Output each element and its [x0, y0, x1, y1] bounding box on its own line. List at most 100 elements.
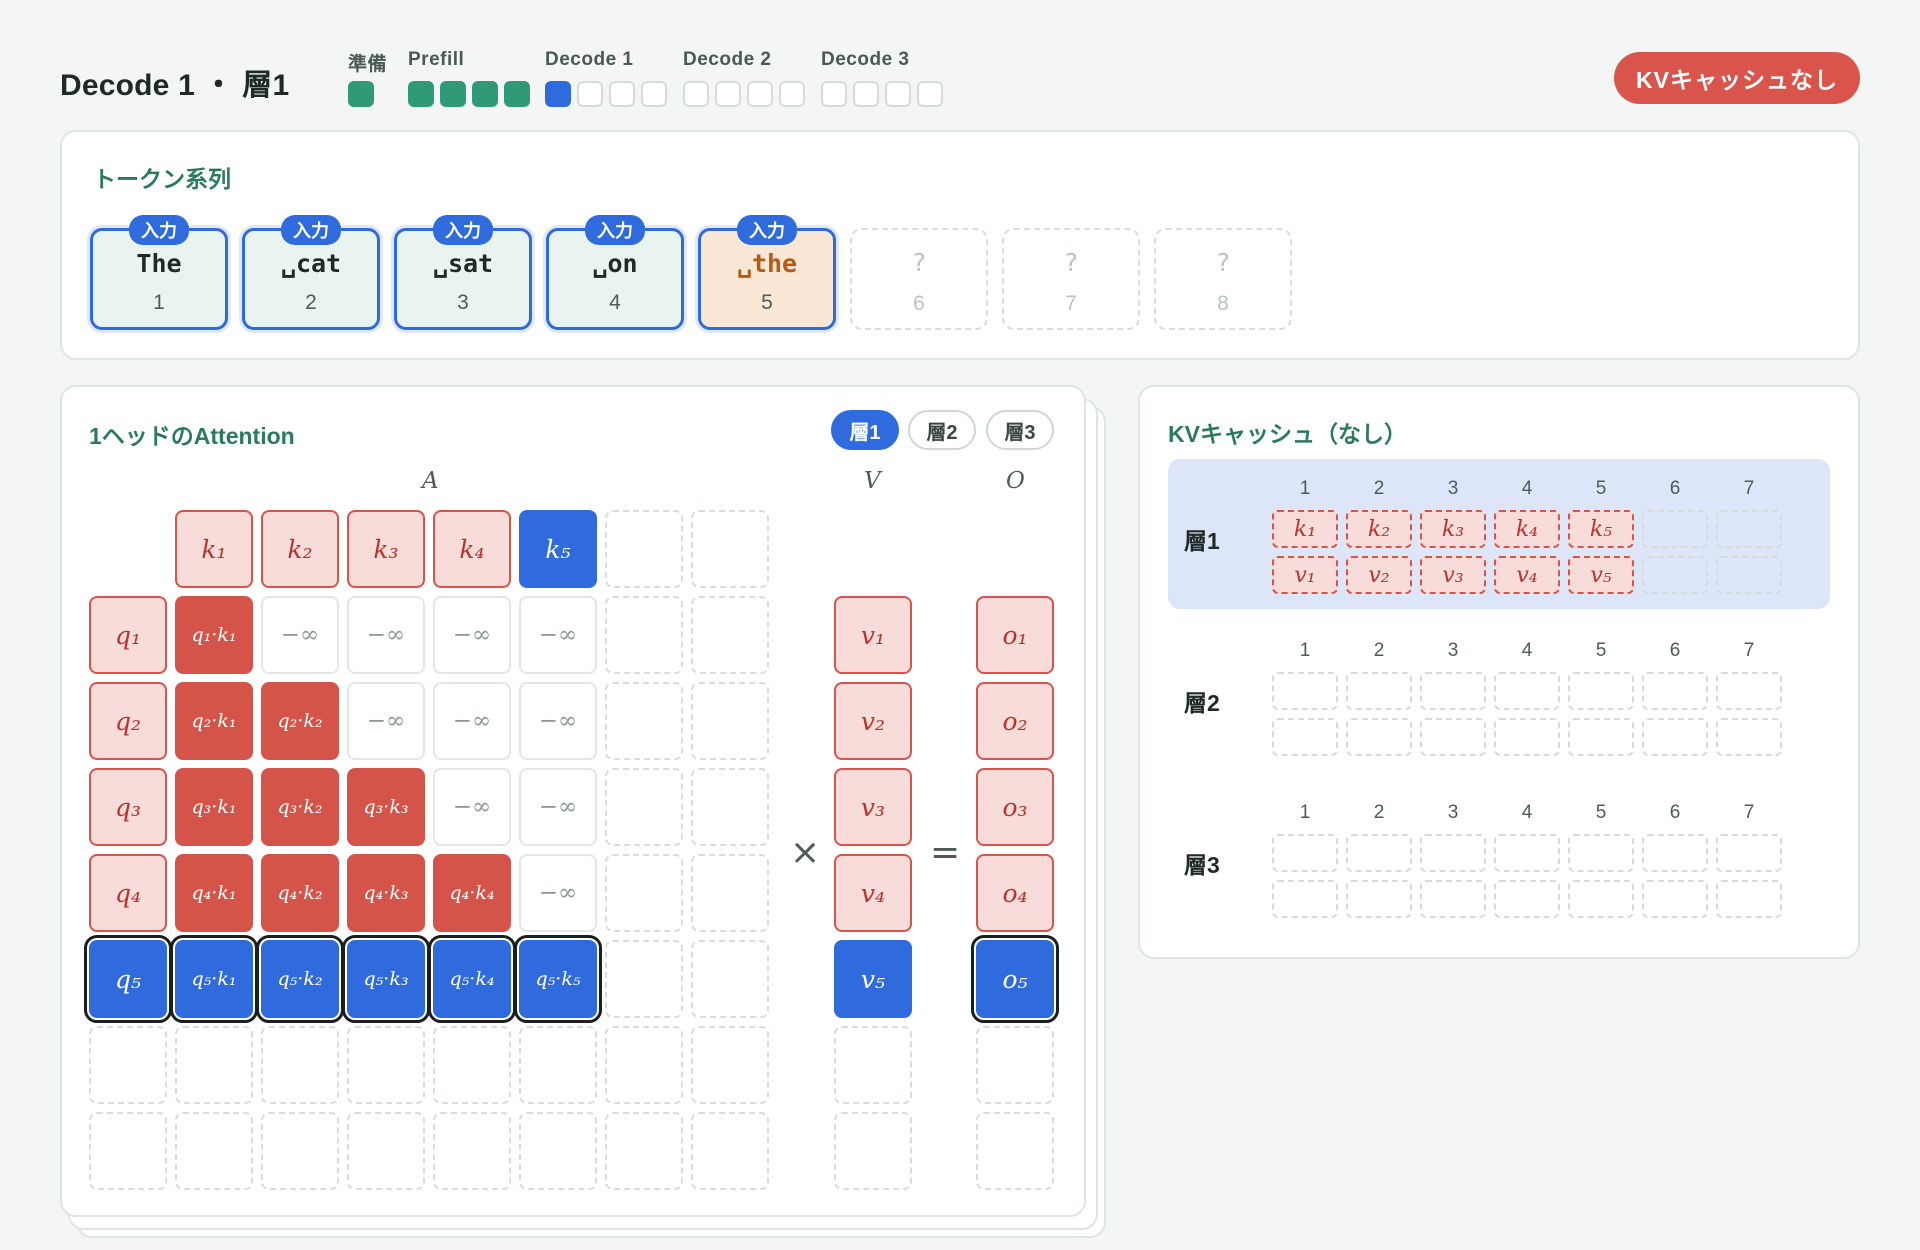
phase-step-box: [609, 81, 635, 107]
empty-cell: [175, 1026, 253, 1104]
key-k2: k₂: [261, 510, 339, 588]
kv-empty-cell: [1346, 880, 1412, 918]
matrix-v-label: V: [864, 468, 881, 494]
kv-empty-cell: [1716, 718, 1782, 756]
score-q1-k1: q₁·k₁: [175, 596, 253, 674]
key-empty: [605, 510, 683, 588]
masked-cell: −∞: [261, 596, 339, 674]
token-text: ?: [1063, 248, 1079, 277]
output-o4: o₄: [976, 854, 1054, 932]
phase-step-box: [747, 81, 773, 107]
phase-3: Decode 1: [545, 49, 667, 107]
token-5[interactable]: 入力 ␣the 5: [698, 215, 836, 330]
kv-empty-cell: [1568, 672, 1634, 710]
phase-step-boxes: [545, 81, 667, 107]
kv-cache-toggle-button[interactable]: KVキャッシュなし: [1614, 52, 1860, 104]
kv-empty-cell: [1716, 880, 1782, 918]
token-index: 7: [1065, 292, 1077, 315]
token-index: 6: [913, 292, 925, 315]
score-q4-k4: q₄·k₄: [433, 854, 511, 932]
phase-step-box: [885, 81, 911, 107]
kv-cache-title: KVキャッシュ（なし）: [1168, 421, 1407, 447]
kv-value-cell: v₁: [1272, 556, 1338, 594]
value-empty: [834, 1112, 912, 1190]
key-empty: [691, 510, 769, 588]
score-q3-k3: q₃·k₃: [347, 768, 425, 846]
token-6[interactable]: ? 6: [850, 228, 988, 330]
phase-step-boxes: [683, 81, 805, 107]
score-q3-k1: q₃·k₁: [175, 768, 253, 846]
input-badge: 入力: [585, 215, 645, 245]
layer-tab-1[interactable]: 層1: [831, 410, 899, 450]
kv-column-number: 2: [1373, 478, 1385, 499]
phase-label: Decode 3: [821, 49, 910, 70]
kv-value-cell: v₅: [1568, 556, 1634, 594]
matrix-o-label: O: [1006, 468, 1025, 494]
masked-cell: −∞: [347, 682, 425, 760]
key-k4: k₄: [433, 510, 511, 588]
kv-empty-cell: [1494, 672, 1560, 710]
query-q2: q₂: [89, 682, 167, 760]
token-text: ?: [911, 248, 927, 277]
masked-cell: −∞: [519, 596, 597, 674]
token-1[interactable]: 入力 The 1: [90, 215, 228, 330]
empty-cell: [261, 1026, 339, 1104]
token-7[interactable]: ? 7: [1002, 228, 1140, 330]
token-index: 5: [761, 291, 773, 314]
kv-column-number: 6: [1669, 478, 1681, 499]
kv-empty-cell: [1568, 834, 1634, 872]
phase-label: Decode 1: [545, 49, 634, 70]
kv-empty-cell: [1642, 556, 1708, 594]
kv-column-number: 6: [1669, 802, 1681, 823]
phase-label: Decode 2: [683, 49, 772, 70]
kv-empty-cell: [1346, 834, 1412, 872]
kv-empty-cell: [1420, 718, 1486, 756]
kv-column-number: 5: [1595, 478, 1607, 499]
empty-cell: [605, 940, 683, 1018]
masked-cell: −∞: [433, 768, 511, 846]
kv-empty-cell: [1420, 880, 1486, 918]
kv-layer-label-3: 層3: [1184, 852, 1220, 878]
empty-cell: [605, 768, 683, 846]
token-text: The: [136, 249, 182, 278]
empty-cell: [261, 1112, 339, 1190]
score-q4-k3: q₄·k₃: [347, 854, 425, 932]
kv-layer-label-2: 層2: [1184, 690, 1220, 716]
layer-tab-2[interactable]: 層2: [908, 410, 976, 450]
empty-cell: [175, 1112, 253, 1190]
kv-column-number: 4: [1521, 802, 1533, 823]
score-q4-k2: q₄·k₂: [261, 854, 339, 932]
score-q5-k1: q₅·k₁: [170, 935, 258, 1023]
token-4[interactable]: 入力 ␣on 4: [546, 215, 684, 330]
token-index: 2: [305, 291, 317, 314]
kv-column-number: 1: [1299, 640, 1311, 661]
kv-empty-cell: [1568, 880, 1634, 918]
key-k3: k₃: [347, 510, 425, 588]
kv-empty-cell: [1272, 880, 1338, 918]
empty-cell: [691, 596, 769, 674]
token-3[interactable]: 入力 ␣sat 3: [394, 215, 532, 330]
value-v3: v₃: [834, 768, 912, 846]
token-2[interactable]: 入力 ␣cat 2: [242, 215, 380, 330]
masked-cell: −∞: [519, 854, 597, 932]
matrix-a-label: A: [422, 468, 439, 494]
phase-step-box: [408, 81, 434, 107]
phase-step-box: [577, 81, 603, 107]
kv-empty-cell: [1642, 510, 1708, 548]
kv-empty-cell: [1642, 718, 1708, 756]
phase-step-box: [683, 81, 709, 107]
phase-step-boxes: [348, 81, 387, 107]
score-q2-k1: q₂·k₁: [175, 682, 253, 760]
phase-step-box: [715, 81, 741, 107]
kv-layer-label-1: 層1: [1184, 528, 1220, 554]
kv-column-number: 2: [1373, 802, 1385, 823]
input-badge: 入力: [737, 215, 797, 245]
empty-cell: [691, 1026, 769, 1104]
token-8[interactable]: ? 8: [1154, 228, 1292, 330]
empty-cell: [605, 854, 683, 932]
layer-tab-3[interactable]: 層3: [986, 410, 1054, 450]
kv-key-cell: k₂: [1346, 510, 1412, 548]
phase-2: Prefill: [408, 49, 530, 107]
output-empty: [976, 1112, 1054, 1190]
kv-value-cell: v₄: [1494, 556, 1560, 594]
